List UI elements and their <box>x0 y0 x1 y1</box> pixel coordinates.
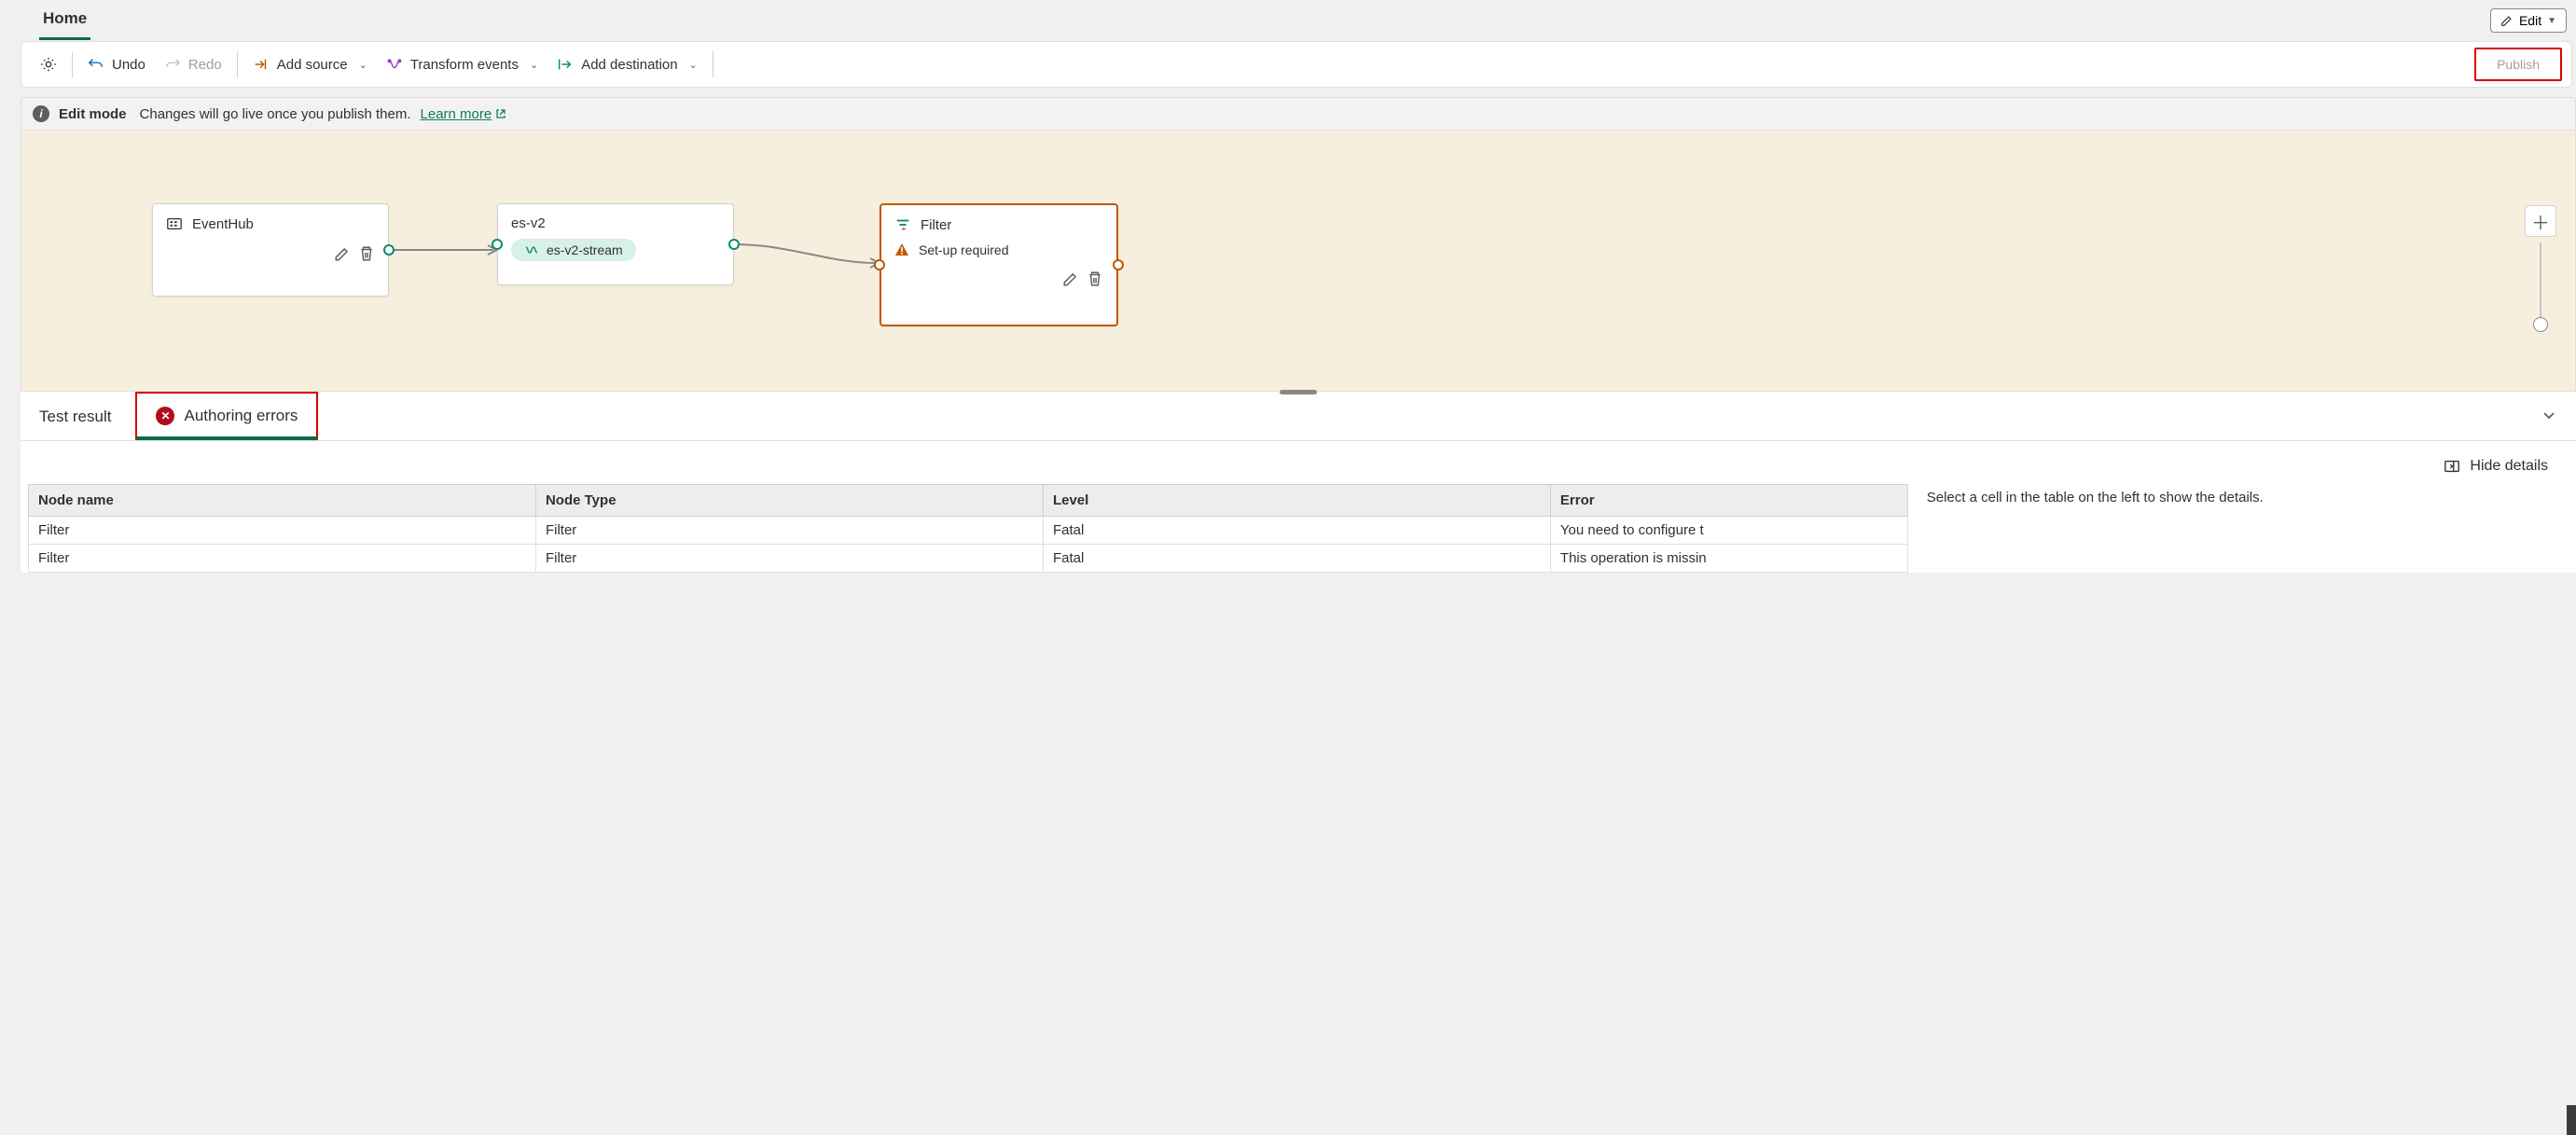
source-icon <box>253 56 270 73</box>
bottom-panel: Test result ✕ Authoring errors Hide deta… <box>21 392 2576 573</box>
add-node-button[interactable]: ＋ <box>2525 205 2556 237</box>
node-filter-warning: Set-up required <box>919 242 1009 257</box>
edit-node-icon[interactable] <box>334 245 351 262</box>
tab-home[interactable]: Home <box>39 2 90 40</box>
port-in[interactable] <box>874 259 885 270</box>
node-filter[interactable]: Filter Set-up required <box>879 203 1118 326</box>
cell-node-type[interactable]: Filter <box>535 545 1043 573</box>
scrollbar-thumb[interactable] <box>2567 1105 2576 1135</box>
bottom-tabs: Test result ✕ Authoring errors <box>21 392 2576 441</box>
info-message: Changes will go live once you publish th… <box>140 106 411 122</box>
cell-node-name[interactable]: Filter <box>29 545 536 573</box>
zoom-slider-thumb[interactable] <box>2533 317 2548 332</box>
transform-button[interactable]: Transform events ⌄ <box>377 50 547 78</box>
col-node-type[interactable]: Node Type <box>535 485 1043 517</box>
chevron-down-icon: ⌄ <box>359 59 367 71</box>
learn-more-link[interactable]: Learn more <box>421 106 507 122</box>
col-level[interactable]: Level <box>1043 485 1550 517</box>
table-row[interactable]: Filter Filter Fatal You need to configur… <box>29 517 1908 545</box>
filter-icon <box>894 216 911 233</box>
settings-button[interactable] <box>31 50 66 78</box>
connector-2 <box>734 235 883 272</box>
port-out[interactable] <box>728 239 740 250</box>
eventhub-icon <box>166 215 183 232</box>
panel-resize-handle[interactable] <box>1280 390 1317 394</box>
stream-icon <box>524 242 539 257</box>
delete-node-icon[interactable] <box>358 245 375 262</box>
tab-authoring-errors-label: Authoring errors <box>184 407 298 425</box>
hide-details-label: Hide details <box>2470 458 2548 475</box>
cell-error[interactable]: You need to configure t <box>1550 517 1907 545</box>
cell-node-name[interactable]: Filter <box>29 517 536 545</box>
cell-level[interactable]: Fatal <box>1043 517 1550 545</box>
canvas[interactable]: EventHub es-v2 es-v2-stream <box>21 131 2576 392</box>
plus-icon: ＋ <box>2531 208 2550 235</box>
edit-dropdown[interactable]: Edit ▼ <box>2490 8 2567 33</box>
node-eventhub[interactable]: EventHub <box>152 203 389 297</box>
separator <box>237 51 238 77</box>
node-filter-title: Filter <box>921 217 951 233</box>
hide-details-button[interactable]: Hide details <box>2444 458 2548 475</box>
hide-details-icon <box>2444 458 2460 475</box>
node-eventhub-title: EventHub <box>192 216 254 232</box>
details-help-text: Select a cell in the table on the left t… <box>1927 484 2569 573</box>
info-bar: i Edit mode Changes will go live once yo… <box>21 97 2576 131</box>
tab-authoring-errors[interactable]: ✕ Authoring errors <box>135 392 318 440</box>
scrollbar[interactable] <box>2567 0 2576 1135</box>
tab-test-result[interactable]: Test result <box>21 394 130 437</box>
redo-label: Redo <box>188 57 222 73</box>
node-esv2-title: es-v2 <box>511 215 546 231</box>
undo-icon <box>88 56 104 73</box>
cell-level[interactable]: Fatal <box>1043 545 1550 573</box>
pencil-icon <box>2500 14 2514 27</box>
stream-chip-label: es-v2-stream <box>547 242 623 257</box>
redo-button[interactable]: Redo <box>155 50 231 78</box>
learn-more-label: Learn more <box>421 106 492 122</box>
add-destination-button[interactable]: Add destination ⌄ <box>547 50 707 78</box>
gear-icon <box>40 56 57 73</box>
col-node-name[interactable]: Node name <box>29 485 536 517</box>
destination-icon <box>557 56 574 73</box>
delete-node-icon[interactable] <box>1087 270 1103 287</box>
external-link-icon <box>495 108 506 119</box>
connector-1 <box>389 241 501 259</box>
cell-error[interactable]: This operation is missin <box>1550 545 1907 573</box>
chevron-down-icon: ⌄ <box>530 59 538 71</box>
cell-node-type[interactable]: Filter <box>535 517 1043 545</box>
error-table: Node name Node Type Level Error Filter F… <box>28 484 1908 573</box>
add-destination-label: Add destination <box>581 57 677 73</box>
undo-button[interactable]: Undo <box>78 50 155 78</box>
edit-node-icon[interactable] <box>1062 270 1079 287</box>
table-header-row: Node name Node Type Level Error <box>29 485 1908 517</box>
warning-icon <box>894 242 909 257</box>
top-header: Home Edit ▼ <box>21 0 2576 41</box>
table-row[interactable]: Filter Filter Fatal This operation is mi… <box>29 545 1908 573</box>
port-out[interactable] <box>1113 259 1124 270</box>
toolbar: Undo Redo Add source ⌄ Transform events … <box>21 41 2572 88</box>
chevron-down-icon: ⌄ <box>689 59 698 71</box>
undo-label: Undo <box>112 57 145 73</box>
transform-icon <box>386 56 403 73</box>
info-mode: Edit mode <box>59 106 127 122</box>
col-error[interactable]: Error <box>1550 485 1907 517</box>
error-badge-icon: ✕ <box>156 407 174 425</box>
separator <box>72 51 73 77</box>
node-esv2[interactable]: es-v2 es-v2-stream <box>497 203 734 285</box>
zoom-slider-track[interactable] <box>2540 242 2541 326</box>
add-source-label: Add source <box>277 57 348 73</box>
port-in[interactable] <box>492 239 503 250</box>
stream-chip[interactable]: es-v2-stream <box>511 239 636 261</box>
info-icon: i <box>33 105 49 122</box>
redo-icon <box>164 56 181 73</box>
add-source-button[interactable]: Add source ⌄ <box>243 50 377 78</box>
port-out[interactable] <box>383 244 395 256</box>
publish-button[interactable]: Publish <box>2474 48 2562 81</box>
caret-down-icon: ▼ <box>2547 16 2556 26</box>
edit-label: Edit <box>2519 13 2541 28</box>
transform-label: Transform events <box>410 57 519 73</box>
chevron-down-icon <box>2541 407 2557 423</box>
